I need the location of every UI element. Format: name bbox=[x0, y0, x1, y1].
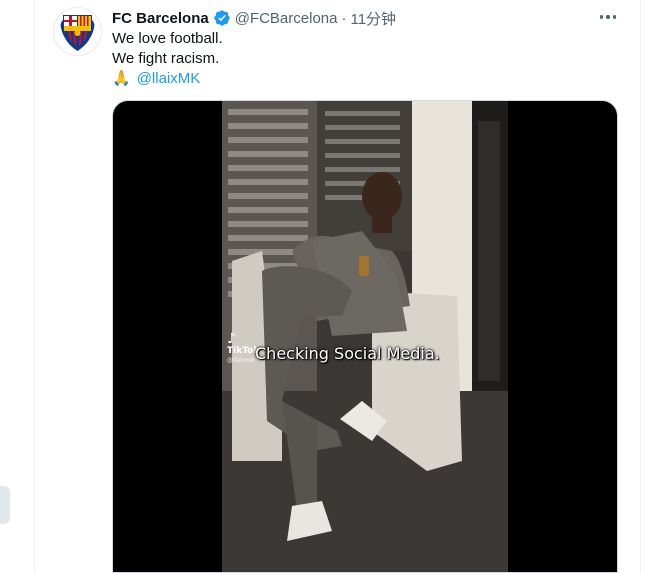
timeline-left-border bbox=[34, 0, 35, 573]
avatar[interactable] bbox=[53, 7, 102, 56]
tweet-text-line-2: We fight racism. bbox=[112, 50, 220, 67]
verified-badge-icon bbox=[214, 10, 230, 26]
tweet-header: FC Barcelona @FCBarcelona · 11分钟 bbox=[112, 8, 396, 28]
video-frame[interactable]: ♪ TikTok @llaixmk Checking Social Media. bbox=[222, 101, 508, 572]
separator-dot: · bbox=[341, 9, 347, 27]
tweet-text-line-3: 🙏 @llaixMK bbox=[112, 69, 200, 89]
user-handle[interactable]: @FCBarcelona bbox=[235, 10, 338, 27]
side-tab bbox=[0, 486, 10, 524]
video-player[interactable]: ♪ TikTok @llaixmk Checking Social Media. bbox=[112, 100, 618, 573]
tweet-text-line-1: We love football. bbox=[112, 30, 223, 47]
mention-link[interactable]: @llaixMK bbox=[137, 69, 201, 89]
display-name[interactable]: FC Barcelona bbox=[112, 10, 209, 27]
more-options-icon[interactable] bbox=[598, 8, 618, 26]
folded-hands-emoji: 🙏 bbox=[112, 70, 131, 87]
fc-barcelona-crest-icon bbox=[60, 15, 95, 51]
video-scene bbox=[222, 101, 508, 572]
timestamp[interactable]: 11分钟 bbox=[350, 8, 396, 29]
timeline-right-border bbox=[640, 0, 641, 573]
tiktok-logo-icon: ♪ bbox=[227, 331, 236, 347]
video-caption: Checking Social Media. bbox=[255, 344, 440, 363]
